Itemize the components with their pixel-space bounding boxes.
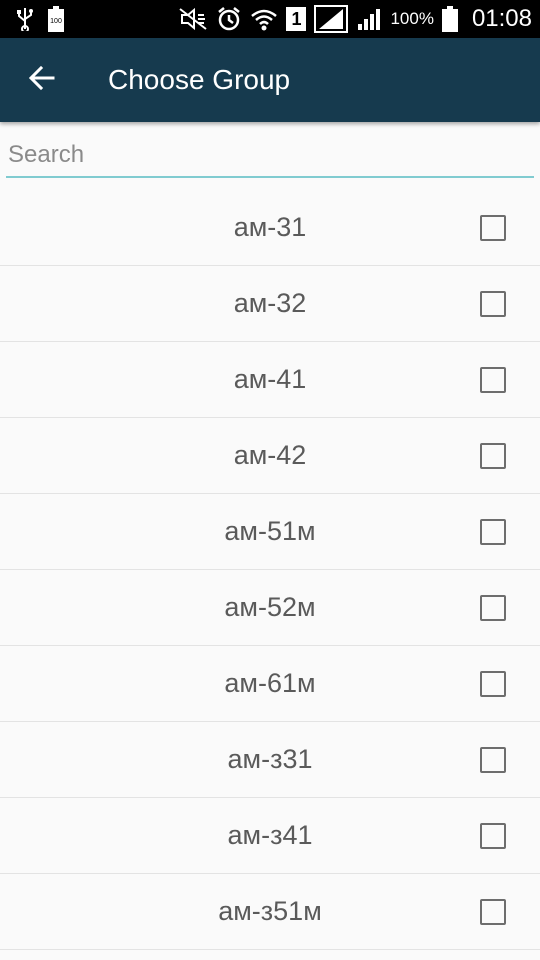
status-bar: 100 1 100% 01:08 (0, 0, 540, 38)
group-checkbox[interactable] (480, 214, 506, 241)
app-bar: Choose Group (0, 38, 540, 122)
group-checkbox[interactable] (480, 518, 506, 545)
group-label: ам-з41 (227, 820, 313, 850)
usb-icon (16, 7, 34, 31)
group-checkbox[interactable] (480, 366, 506, 393)
group-label: ам-з31 (227, 744, 313, 774)
search-input[interactable] (6, 134, 534, 178)
group-checkbox[interactable] (480, 290, 506, 317)
list-item[interactable]: ам-51м (0, 494, 540, 570)
signal-icon (314, 5, 349, 33)
list-item[interactable]: ам-52м (0, 570, 540, 646)
group-label: ам-41 (233, 364, 307, 394)
group-checkbox[interactable] (480, 746, 506, 773)
group-label: ам-52м (224, 592, 316, 622)
search-container (6, 134, 534, 180)
group-label: ам-31 (233, 212, 307, 242)
group-checkbox[interactable] (480, 898, 506, 925)
group-checkbox[interactable] (480, 442, 506, 469)
list-item[interactable]: ам-з41 (0, 798, 540, 874)
group-label: ам-42 (233, 440, 307, 470)
list-item[interactable]: ам-41 (0, 342, 540, 418)
group-list: ам-31 ам-32 ам-41 ам-42 ам-51м ам-52м ам-61м ам… (0, 190, 540, 950)
back-button[interactable] (14, 52, 70, 108)
battery-icon (441, 6, 458, 32)
list-item[interactable]: ам-32 (0, 266, 540, 342)
group-checkbox[interactable] (480, 594, 506, 621)
group-label: ам-з51м (218, 896, 322, 926)
list-item[interactable]: ам-з31 (0, 722, 540, 798)
list-item[interactable]: ам-61м (0, 646, 540, 722)
list-item[interactable]: ам-з51м (0, 874, 540, 950)
alarm-icon (216, 6, 242, 32)
svg-text:100: 100 (50, 18, 62, 25)
group-label: ам-61м (224, 668, 316, 698)
group-label: ам-51м (224, 516, 316, 546)
battery-percent: 100% (390, 9, 434, 28)
mute-icon (178, 7, 208, 31)
list-item[interactable]: ам-42 (0, 418, 540, 494)
page-title: Choose Group (108, 64, 291, 95)
clock: 01:08 (471, 5, 532, 32)
signal-icon (356, 7, 382, 31)
group-label: ам-32 (233, 288, 307, 318)
wifi-icon (250, 7, 278, 31)
group-checkbox[interactable] (480, 822, 506, 849)
group-checkbox[interactable] (480, 670, 506, 697)
battery-small-icon: 100 (48, 6, 64, 32)
arrow-left-icon (28, 65, 55, 96)
list-item[interactable]: ам-31 (0, 190, 540, 266)
sim-icon: 1 (286, 7, 307, 31)
